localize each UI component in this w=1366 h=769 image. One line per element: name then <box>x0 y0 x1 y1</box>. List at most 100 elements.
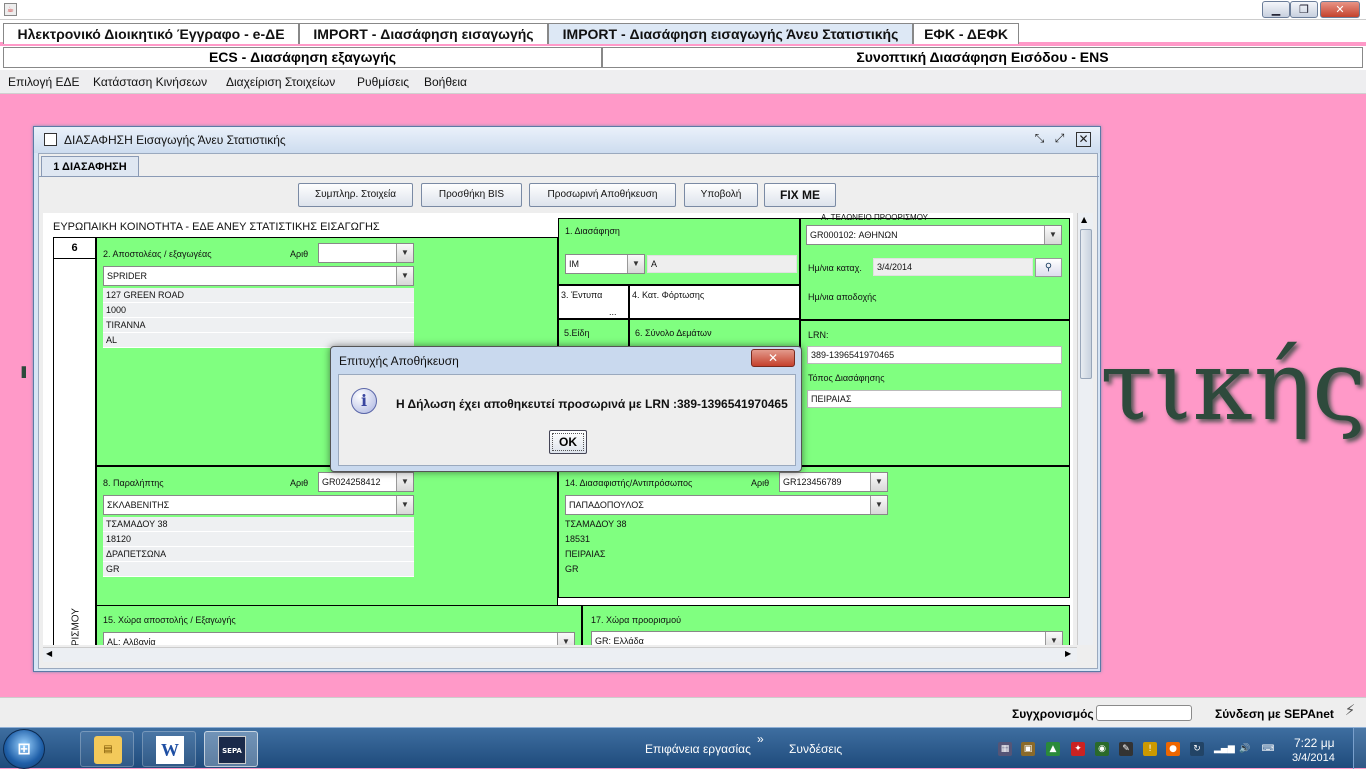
close-frame-icon[interactable]: ✕ <box>1076 132 1091 147</box>
tray-package-icon[interactable]: ▣ <box>1021 742 1035 756</box>
fill-data-button[interactable]: Συμπληρ. Στοιχεία <box>298 183 413 207</box>
box-14-arith-select[interactable]: GR123456789 ▼ <box>779 472 888 492</box>
connections-toolbar[interactable]: Συνδέσεις <box>789 742 842 756</box>
tray-signal-icon[interactable]: ▂▄▆ <box>1214 742 1235 756</box>
menu-movement-status[interactable]: Κατάσταση Κινήσεων <box>93 75 207 89</box>
tab-ecs[interactable]: ECS - Διασάφηση εξαγωγής <box>3 47 602 68</box>
module-tabs-row1: Ηλεκτρονικό Διοικητικό Έγγραφο - e-ΔΕ IM… <box>0 20 1366 44</box>
sepanet-plug-icon[interactable]: ⚡ <box>1338 701 1362 723</box>
office-select[interactable]: GR000102: ΑΘΗΝΩΝ ▼ <box>806 225 1062 245</box>
temp-save-button[interactable]: Προσωρινή Αποθήκευση <box>529 183 676 207</box>
minimize-frame-icon[interactable]: ⤡ <box>1032 132 1047 147</box>
box-8-name-select[interactable]: ΣΚΛΑΒΕΝΙΤΗΣ ▼ <box>103 495 414 515</box>
box-15-label: 15. Χώρα αποστολής / Εξαγωγής <box>103 615 236 625</box>
windows-logo-icon: ⊞ <box>17 739 31 758</box>
box-14-address: ΤΣΑΜΑΔΟΥ 38 <box>565 519 627 529</box>
tray-tools-icon[interactable]: ✎ <box>1119 742 1133 756</box>
restore-icon[interactable]: ❐ <box>1290 1 1318 18</box>
box-4-label: 4. Κατ. Φόρτωσης <box>632 290 705 300</box>
tab-import[interactable]: IMPORT - Διασάφηση εισαγωγής <box>299 23 548 44</box>
box-a-label: Α. ΤΕΛΩΝΕΙΟ ΠΡΟΟΡΙΣΜΟΥ <box>821 213 928 222</box>
menu-help[interactable]: Βοήθεια <box>424 75 467 89</box>
tray-keyboard-icon[interactable]: ⌨ <box>1261 742 1275 756</box>
tab-declaration-1[interactable]: 1 ΔΙΑΣΑΦΗΣΗ <box>41 156 139 177</box>
box-17-label: 17. Χώρα προορισμού <box>591 615 681 625</box>
chevron-down-icon: ▼ <box>627 255 644 273</box>
box-14-arith-label: Αριθ <box>751 478 770 488</box>
windows-taskbar: ⊞ ▤ W SEPA Επιφάνεια εργασίας » Συνδέσει… <box>0 727 1366 769</box>
chevron-down-icon: ▼ <box>870 473 887 491</box>
toolbar-chevron-icon[interactable]: » <box>757 732 764 746</box>
java-icon: ☕ <box>4 3 17 16</box>
word-taskbar-button[interactable]: W <box>142 731 196 767</box>
maximize-frame-icon[interactable]: ⤢ <box>1052 132 1067 147</box>
tray-network-icon[interactable]: ▦ <box>998 742 1012 756</box>
scroll-left-icon[interactable]: ◀ <box>46 649 52 658</box>
sepa-desktop-icon: SEPA <box>218 736 246 764</box>
box-2-arith-select[interactable]: ▼ <box>318 243 414 263</box>
box-14-name: ΠΑΠΑΔΟΠΟΥΛΟΣ <box>569 500 644 510</box>
start-button[interactable]: ⊞ <box>3 729 45 769</box>
menu-data-management[interactable]: Διαχείριση Στοιχείων <box>226 75 335 89</box>
frame-title-bar[interactable]: ΔΙΑΣΑΦΗΣΗ Εισαγωγής Άνευ Στατιστικής ⤡ ⤢… <box>34 127 1100 153</box>
box-8-arith-select[interactable]: GR024258412 ▼ <box>318 472 414 492</box>
tray-update-icon[interactable]: ↻ <box>1190 742 1204 756</box>
ok-button[interactable]: OK <box>549 430 587 454</box>
box-14-name-select[interactable]: ΠΑΠΑΔΟΠΟΥΛΟΣ ▼ <box>565 495 888 515</box>
vertical-scroll-thumb[interactable] <box>1080 229 1092 379</box>
clock-date[interactable]: 3/4/2014 <box>1292 752 1335 764</box>
tray-drive-icon[interactable]: ▲ <box>1046 742 1060 756</box>
scroll-up-icon[interactable]: ▲ <box>1081 215 1087 224</box>
frame-title: ΔΙΑΣΑΦΗΣΗ Εισαγωγής Άνευ Στατιστικής <box>64 133 286 147</box>
tray-acrobat-icon[interactable]: ✦ <box>1071 742 1085 756</box>
box-number-6: 6 <box>53 237 96 259</box>
tray-wifi-icon[interactable]: ◉ <box>1095 742 1109 756</box>
fix-me-button[interactable]: FIX ME <box>764 183 836 207</box>
scroll-right-icon[interactable]: ▶ <box>1065 649 1071 658</box>
dialog-close-icon[interactable]: ✕ <box>751 349 795 367</box>
minimize-icon[interactable]: ▁ <box>1262 1 1290 18</box>
menu-bar: Επιλογή ΕΔΕ Κατάσταση Κινήσεων Διαχείρισ… <box>0 70 1366 94</box>
accept-date-label: Ημ/νια αποδοχής <box>808 292 877 302</box>
menu-settings[interactable]: Ρυθμίσεις <box>357 75 409 89</box>
box-14-arith-value: GR123456789 <box>783 477 842 487</box>
box-1-type-select[interactable]: IM ▼ <box>565 254 645 274</box>
status-bar: Συγχρονισμός Σύνδεση με SEPAnet ⚡ <box>0 697 1366 727</box>
box-2-arith-label: Αριθ <box>290 249 309 259</box>
tab-efk[interactable]: ΕΦΚ - ΔΕΦΚ <box>913 23 1019 44</box>
reg-date-field[interactable]: 3/4/2014 <box>873 258 1033 276</box>
app-title-bar: ☕ ▁ ❐ ✕ <box>0 0 1366 20</box>
menu-select-ede[interactable]: Επιλογή ΕΔΕ <box>8 75 79 89</box>
horizontal-scrollbar[interactable]: ◀ ▶ <box>43 647 1077 662</box>
reg-date-label: Ημ/νια καταχ. <box>808 263 862 273</box>
tray-alert-icon[interactable]: ! <box>1143 742 1157 756</box>
place-field[interactable]: ΠΕΙΡΑΙΑΣ <box>807 390 1062 408</box>
background-logo-text: τικής <box>1100 330 1366 442</box>
box-3-forms: 3. Έντυπα ... <box>558 285 629 319</box>
box-15-dispatch-country: 15. Χώρα αποστολής / Εξαγωγής AL: Αλβανί… <box>96 605 582 645</box>
calendar-icon[interactable]: ⚲ <box>1035 258 1062 277</box>
tab-ens[interactable]: Συνοπτική Διασάφηση Εισόδου - ENS <box>602 47 1363 68</box>
dialog-body: i Η Δήλωση έχει αποθηκευτεί προσωρινά με… <box>338 374 796 466</box>
tray-volume-icon[interactable]: 🔊 <box>1238 742 1252 756</box>
box-2-address: 127 GREEN ROAD <box>103 288 414 303</box>
clock-time[interactable]: 7:22 μμ <box>1294 736 1335 750</box>
desktop-toolbar[interactable]: Επιφάνεια εργασίας <box>645 742 751 756</box>
box-8-country: GR <box>103 562 414 577</box>
box-17-select[interactable]: GR: Ελλάδα ▼ <box>591 631 1063 645</box>
box-2-name-select[interactable]: SPRIDER ▼ <box>103 266 414 286</box>
box-15-select[interactable]: AL: Αλβανία ▼ <box>103 632 575 645</box>
show-desktop-button[interactable] <box>1353 728 1366 769</box>
vertical-scrollbar[interactable]: ▲ <box>1077 213 1093 645</box>
box-1-sub-field[interactable]: A <box>647 255 797 273</box>
explorer-taskbar-button[interactable]: ▤ <box>80 731 134 767</box>
submit-button[interactable]: Υποβολή <box>684 183 758 207</box>
sepa-desktop-taskbar-button[interactable]: SEPA <box>204 731 258 767</box>
lrn-field[interactable]: 389-1396541970465 <box>807 346 1062 364</box>
tray-security-icon[interactable]: ● <box>1166 742 1180 756</box>
tab-ede[interactable]: Ηλεκτρονικό Διοικητικό Έγγραφο - e-ΔΕ <box>3 23 299 44</box>
close-icon[interactable]: ✕ <box>1320 1 1360 18</box>
tab-divider <box>39 176 1099 177</box>
add-bis-button[interactable]: Προσθήκη BIS <box>421 183 522 207</box>
tab-import-no-stats[interactable]: IMPORT - Διασάφηση εισαγωγής Άνευ Στατισ… <box>548 23 913 44</box>
